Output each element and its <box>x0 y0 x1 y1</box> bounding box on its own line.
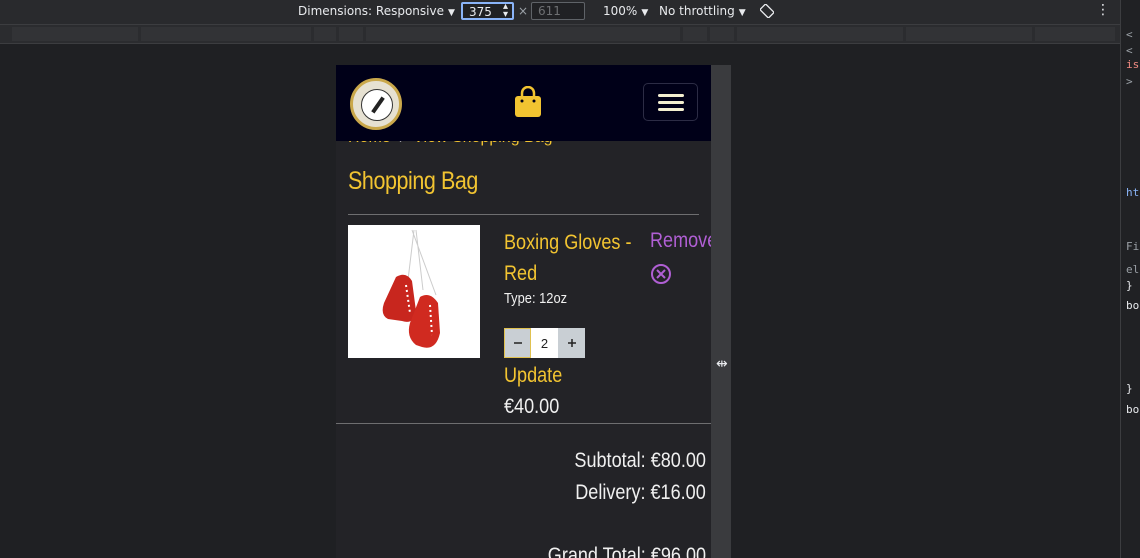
menu-toggle-button[interactable] <box>643 83 698 121</box>
remove-circle-icon[interactable] <box>650 263 672 285</box>
minus-icon <box>513 342 522 344</box>
grand-total: Grand Total: €96.00 <box>547 544 706 558</box>
logo[interactable] <box>350 78 402 130</box>
decrement-button[interactable] <box>504 328 531 358</box>
throttling-dropdown[interactable]: No throttling ▼ <box>659 4 746 18</box>
ruler-segment[interactable] <box>141 27 311 41</box>
product-name-line1: Boxing Gloves - <box>504 231 632 254</box>
ruler-segment[interactable] <box>906 27 1032 41</box>
code-line: } <box>1126 382 1133 395</box>
resize-handle-icon[interactable]: ⇹ <box>716 355 728 372</box>
divider <box>336 423 711 424</box>
width-value: 375 <box>469 5 492 19</box>
plus-icon <box>567 339 576 347</box>
more-options-icon[interactable]: ⋮ <box>1096 2 1110 18</box>
code-line: ht <box>1126 186 1140 199</box>
ruler-segment[interactable] <box>366 27 680 41</box>
media-query-ruler <box>0 25 1120 44</box>
ruler-segment[interactable] <box>12 27 138 41</box>
width-input[interactable]: 375 ▴ ▾ <box>461 2 514 20</box>
code-line: } <box>1126 279 1133 292</box>
throttling-label: No throttling <box>659 4 735 18</box>
code-line: > <box>1126 75 1133 88</box>
ruler-segment[interactable] <box>1035 27 1115 41</box>
dropdown-caret-icon: ▼ <box>641 8 649 18</box>
remove-link[interactable]: Remove <box>650 229 711 253</box>
product-image[interactable] <box>348 225 480 358</box>
page-title: Shopping Bag <box>348 167 478 195</box>
hamburger-icon <box>658 94 684 97</box>
quantity-input[interactable]: 2 <box>531 328 558 358</box>
code-line: < <box>1126 44 1133 57</box>
ruler-segment[interactable] <box>683 27 707 41</box>
product-price: €40.00 <box>504 395 560 418</box>
subtotal: Subtotal: €80.00 <box>574 449 706 472</box>
height-input[interactable]: 611 <box>531 2 585 20</box>
quantity-stepper: 2 <box>504 328 585 358</box>
code-line: bo <box>1126 403 1140 416</box>
times-symbol: × <box>518 4 529 18</box>
delivery-cost: Delivery: €16.00 <box>575 481 706 504</box>
rotate-icon[interactable] <box>760 4 774 18</box>
dimensions-dropdown[interactable]: Dimensions: Responsive ▼ <box>298 4 455 18</box>
zoom-dropdown[interactable]: 100% ▼ <box>603 4 648 18</box>
increment-button[interactable] <box>558 328 585 358</box>
code-line: < <box>1126 28 1133 41</box>
dimensions-label: Dimensions: Responsive <box>298 4 444 18</box>
viewport-resize-bar[interactable] <box>711 65 731 558</box>
shopping-bag-icon[interactable] <box>513 86 543 118</box>
product-type: Type: 12oz <box>504 290 568 307</box>
product-name-line2: Red <box>504 262 538 285</box>
update-link[interactable]: Update <box>504 364 562 388</box>
divider <box>348 214 699 215</box>
devtools-side-panel: < < is > ht Fi el } bo } bo <box>1120 0 1140 558</box>
code-line: el <box>1126 263 1140 276</box>
code-line: is <box>1126 58 1140 71</box>
ruler-segment[interactable] <box>710 27 734 41</box>
filter-label: Fi <box>1126 240 1140 253</box>
ruler-segment[interactable] <box>314 27 336 41</box>
device-viewport: Home/View Shopping Bag Shopping Bag Boxi… <box>336 65 711 558</box>
site-navbar <box>336 65 711 141</box>
ruler-segment[interactable] <box>339 27 363 41</box>
dropdown-caret-icon: ▼ <box>447 8 455 18</box>
logo-emblem <box>361 89 393 121</box>
height-value: 611 <box>538 4 561 18</box>
zoom-label: 100% <box>603 4 638 18</box>
product-name[interactable]: Boxing Gloves - Red <box>504 227 632 289</box>
dropdown-caret-icon: ▼ <box>738 8 746 18</box>
ruler-segment[interactable] <box>737 27 903 41</box>
code-line: bo <box>1126 299 1140 312</box>
device-toolbar: Dimensions: Responsive ▼ 375 ▴ ▾ × 611 100… <box>0 0 1120 25</box>
spinner-icon[interactable]: ▴ ▾ <box>503 2 508 20</box>
